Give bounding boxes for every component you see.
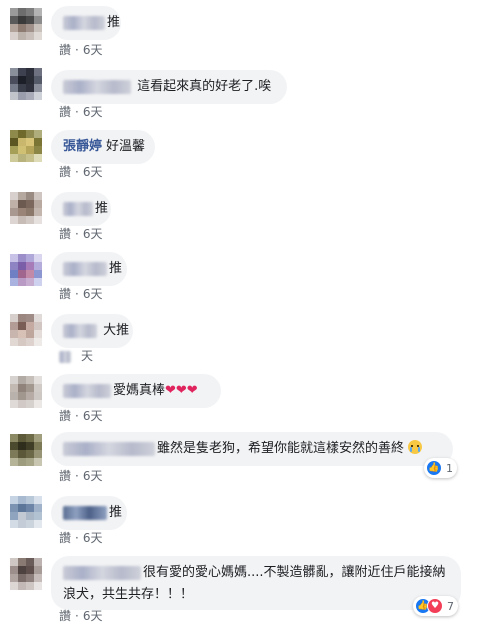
comment-meta: 讚 · 6天: [59, 226, 102, 242]
like-link[interactable]: 讚: [59, 43, 71, 57]
comment-bubble: 這看起來真的好老了.唉: [51, 70, 287, 104]
comment-bubble: 雖然是隻老狗，希望你能就這樣安然的善終: [51, 432, 453, 466]
comment-bubble: 推: [51, 252, 127, 286]
like-link[interactable]: 讚: [59, 165, 71, 179]
comment-text: 愛媽真棒: [113, 383, 166, 398]
like-link[interactable]: 讚: [59, 469, 71, 483]
reaction-total: 7: [447, 599, 454, 613]
avatar[interactable]: [10, 314, 42, 346]
separator: ·: [75, 287, 79, 301]
comment-text: 推: [107, 15, 121, 30]
avatar[interactable]: [10, 376, 42, 408]
comment-meta: 讚 · 6天: [59, 608, 102, 624]
separator: ·: [75, 469, 79, 483]
comment-text: 推: [109, 261, 123, 276]
reaction-total: 1: [446, 461, 453, 475]
comment-bubble: 大推: [51, 314, 133, 348]
love-reaction-icon: ♥: [427, 598, 443, 614]
blurred-name: [63, 323, 97, 338]
crying-face-icon: [408, 440, 423, 454]
timestamp[interactable]: 6天: [83, 165, 103, 179]
blurred-name: [63, 201, 93, 216]
timestamp[interactable]: 6天: [83, 531, 103, 545]
blurred-name: [63, 15, 105, 30]
comment-bubble: 推: [51, 496, 127, 530]
avatar[interactable]: [10, 130, 42, 162]
commenter-name[interactable]: 張靜婷: [63, 139, 102, 154]
blurred-name: [63, 261, 107, 276]
comment-bubble: 很有愛的愛心媽媽....不製造髒亂，讓附近住戶能接納浪犬，共生共存！！！: [51, 556, 461, 610]
timestamp[interactable]: 6天: [83, 469, 103, 483]
timestamp[interactable]: 6天: [83, 609, 103, 623]
separator: ·: [75, 409, 79, 423]
like-link[interactable]: 讚: [59, 531, 71, 545]
avatar[interactable]: [10, 558, 42, 590]
comment-bubble: 張靜婷 好溫馨: [51, 130, 155, 164]
timestamp[interactable]: 6天: [83, 105, 103, 119]
comment-text: 大推: [103, 323, 130, 338]
separator: ·: [75, 165, 79, 179]
comment-meta: 天: [59, 348, 93, 364]
comment-text: 推: [109, 505, 123, 520]
comment-meta: 讚 · 6天: [59, 164, 102, 180]
comment-text: 好溫馨: [106, 139, 146, 154]
separator: ·: [75, 105, 79, 119]
like-link[interactable]: 讚: [59, 409, 71, 423]
like-link[interactable]: 讚: [59, 227, 71, 241]
blurred-name: [63, 383, 111, 398]
like-reaction-icon: 👍: [426, 460, 442, 476]
comment-text: 雖然是隻老狗，希望你能就這樣安然的善終: [157, 441, 405, 456]
timestamp[interactable]: 6天: [83, 287, 103, 301]
timestamp[interactable]: 天: [81, 349, 93, 363]
comment-text: 推: [95, 201, 109, 216]
avatar[interactable]: [10, 68, 42, 100]
timestamp[interactable]: 6天: [83, 43, 103, 57]
comment-meta: 讚 · 6天: [59, 42, 102, 58]
separator: ·: [75, 43, 79, 57]
timestamp[interactable]: 6天: [83, 409, 103, 423]
blurred-like-link: [59, 350, 71, 363]
comment-bubble: 推: [51, 6, 121, 40]
comment-meta: 讚 · 6天: [59, 104, 102, 120]
separator: ·: [75, 609, 79, 623]
avatar[interactable]: [10, 254, 42, 286]
blurred-name: [63, 79, 131, 94]
comment-meta: 讚 · 6天: [59, 408, 102, 424]
avatar[interactable]: [10, 192, 42, 224]
reaction-count[interactable]: 👍 ♥ 7: [413, 596, 458, 616]
like-link[interactable]: 讚: [59, 287, 71, 301]
blurred-name: [63, 505, 107, 520]
separator: ·: [75, 531, 79, 545]
comment-meta: 讚 · 6天: [59, 530, 102, 546]
comment-meta: 讚 · 6天: [59, 468, 102, 484]
comment-meta: 讚 · 6天: [59, 286, 102, 302]
separator: ·: [75, 227, 79, 241]
like-link[interactable]: 讚: [59, 105, 71, 119]
blurred-name: [63, 565, 141, 580]
heart-emojis: ❤❤❤: [165, 383, 198, 398]
avatar[interactable]: [10, 496, 42, 528]
avatar[interactable]: [10, 434, 42, 466]
comment-bubble: 推: [51, 192, 111, 226]
comment-text: 這看起來真的好老了.唉: [137, 79, 272, 94]
like-link[interactable]: 讚: [59, 609, 71, 623]
avatar[interactable]: [10, 8, 42, 40]
blurred-name: [63, 441, 155, 456]
comment-bubble: 愛媽真棒❤❤❤: [51, 374, 221, 408]
timestamp[interactable]: 6天: [83, 227, 103, 241]
reaction-count[interactable]: 👍 1: [424, 458, 457, 478]
